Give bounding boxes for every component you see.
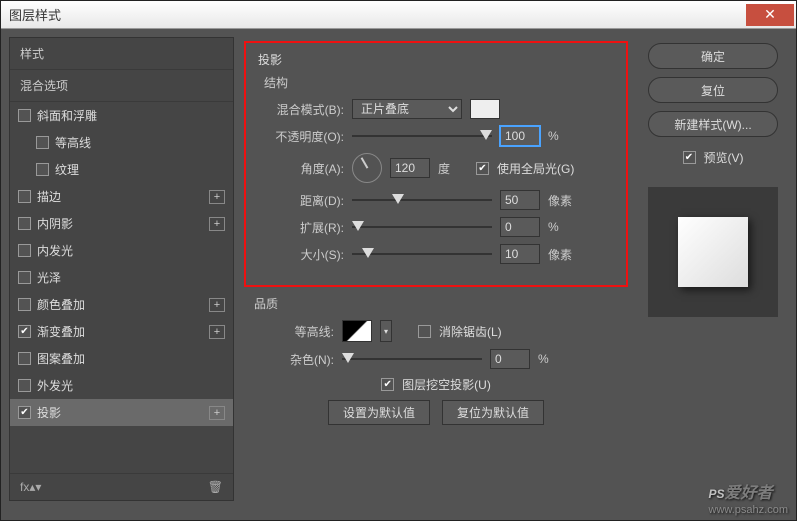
contour-swatch[interactable] xyxy=(342,320,372,342)
close-button[interactable]: ✕ xyxy=(746,4,794,26)
add-icon[interactable]: + xyxy=(209,217,225,231)
style-list-sidebar: 样式 混合选项 斜面和浮雕 等高线 纹理 描边+ 内阴影+ 内发光 光泽 颜色叠… xyxy=(9,37,234,501)
add-icon[interactable]: + xyxy=(209,406,225,420)
sidebar-header-blend[interactable]: 混合选项 xyxy=(10,70,233,102)
preview-box xyxy=(648,187,778,317)
distance-slider[interactable] xyxy=(352,193,492,207)
cancel-button[interactable]: 复位 xyxy=(648,77,778,103)
sidebar-item-satin[interactable]: 光泽 xyxy=(10,264,233,291)
blend-mode-label: 混合模式(B): xyxy=(254,101,344,118)
new-style-button[interactable]: 新建样式(W)... xyxy=(648,111,778,137)
spread-label: 扩展(R): xyxy=(254,219,344,236)
checkbox-icon[interactable] xyxy=(18,352,31,365)
add-icon[interactable]: + xyxy=(209,298,225,312)
fx-menu[interactable]: fx xyxy=(20,480,29,494)
size-input[interactable] xyxy=(500,244,540,264)
opacity-slider[interactable] xyxy=(352,129,492,143)
distance-label: 距离(D): xyxy=(254,192,344,209)
checkbox-icon[interactable] xyxy=(36,136,49,149)
size-label: 大小(S): xyxy=(254,246,344,263)
size-slider[interactable] xyxy=(352,247,492,261)
checkbox-icon[interactable] xyxy=(18,271,31,284)
opacity-input[interactable] xyxy=(500,126,540,146)
sidebar-item-pattern-overlay[interactable]: 图案叠加 xyxy=(10,345,233,372)
angle-input[interactable] xyxy=(390,158,430,178)
trash-icon[interactable]: 🗑 xyxy=(208,480,223,494)
reset-default-button[interactable]: 复位为默认值 xyxy=(442,400,544,425)
sidebar-item-inner-glow[interactable]: 内发光 xyxy=(10,237,233,264)
checkbox-icon[interactable] xyxy=(36,163,49,176)
sidebar-item-bevel[interactable]: 斜面和浮雕 xyxy=(10,102,233,129)
set-default-button[interactable]: 设置为默认值 xyxy=(328,400,430,425)
sidebar-header-styles[interactable]: 样式 xyxy=(10,38,233,70)
knockout-checkbox[interactable] xyxy=(381,378,394,391)
sidebar-item-color-overlay[interactable]: 颜色叠加+ xyxy=(10,291,233,318)
antialias-label: 消除锯齿(L) xyxy=(439,323,502,340)
angle-label: 角度(A): xyxy=(254,160,344,177)
settings-panel: 投影 结构 混合模式(B): 正片叠底 不透明度(O): % 角度(A): xyxy=(234,37,638,501)
unit-label: % xyxy=(538,352,568,366)
section-title: 投影 xyxy=(258,51,618,68)
arrow-down-icon[interactable]: ▾ xyxy=(35,480,41,494)
sidebar-item-gradient-overlay[interactable]: 渐变叠加+ xyxy=(10,318,233,345)
sidebar-item-stroke[interactable]: 描边+ xyxy=(10,183,233,210)
blend-mode-select[interactable]: 正片叠底 xyxy=(352,99,462,119)
antialias-checkbox[interactable] xyxy=(418,325,431,338)
noise-label: 杂色(N): xyxy=(244,351,334,368)
sidebar-footer: fx ▴ ▾ 🗑 xyxy=(10,473,233,500)
global-light-checkbox[interactable] xyxy=(476,162,489,175)
dialog-title: 图层样式 xyxy=(9,5,61,24)
sidebar-item-inner-shadow[interactable]: 内阴影+ xyxy=(10,210,233,237)
opacity-label: 不透明度(O): xyxy=(254,128,344,145)
knockout-label: 图层挖空投影(U) xyxy=(402,376,491,393)
preview-label: 预览(V) xyxy=(704,149,744,166)
angle-dial[interactable] xyxy=(352,153,382,183)
sidebar-item-outer-glow[interactable]: 外发光 xyxy=(10,372,233,399)
checkbox-icon[interactable] xyxy=(18,298,31,311)
global-light-label: 使用全局光(G) xyxy=(497,160,574,177)
noise-slider[interactable] xyxy=(342,352,482,366)
checkbox-icon[interactable] xyxy=(18,244,31,257)
preview-swatch xyxy=(678,217,748,287)
checkbox-icon[interactable] xyxy=(18,325,31,338)
contour-label: 等高线: xyxy=(244,323,334,340)
color-swatch[interactable] xyxy=(470,99,500,119)
unit-label: % xyxy=(548,129,578,143)
unit-label: % xyxy=(548,220,578,234)
checkbox-icon[interactable] xyxy=(18,406,31,419)
add-icon[interactable]: + xyxy=(209,190,225,204)
structure-title: 结构 xyxy=(264,74,618,91)
sidebar-item-texture[interactable]: 纹理 xyxy=(10,156,233,183)
sidebar-item-drop-shadow[interactable]: 投影+ xyxy=(10,399,233,426)
right-panel: 确定 复位 新建样式(W)... 预览(V) xyxy=(638,37,788,501)
unit-label: 像素 xyxy=(548,246,578,263)
quality-title: 品质 xyxy=(254,295,628,312)
highlight-box: 投影 结构 混合模式(B): 正片叠底 不透明度(O): % 角度(A): xyxy=(244,41,628,287)
layer-style-dialog: 图层样式 ✕ 样式 混合选项 斜面和浮雕 等高线 纹理 描边+ 内阴影+ 内发光… xyxy=(0,0,797,521)
ok-button[interactable]: 确定 xyxy=(648,43,778,69)
checkbox-icon[interactable] xyxy=(18,190,31,203)
checkbox-icon[interactable] xyxy=(18,217,31,230)
sidebar-item-contour[interactable]: 等高线 xyxy=(10,129,233,156)
spread-slider[interactable] xyxy=(352,220,492,234)
titlebar: 图层样式 ✕ xyxy=(1,1,796,29)
spread-input[interactable] xyxy=(500,217,540,237)
watermark: PS爱好者 www.psahz.com xyxy=(709,479,788,516)
chevron-down-icon[interactable]: ▾ xyxy=(380,320,392,342)
checkbox-icon[interactable] xyxy=(18,379,31,392)
add-icon[interactable]: + xyxy=(209,325,225,339)
noise-input[interactable] xyxy=(490,349,530,369)
unit-label: 像素 xyxy=(548,192,578,209)
preview-checkbox[interactable] xyxy=(683,151,696,164)
unit-label: 度 xyxy=(438,160,468,177)
distance-input[interactable] xyxy=(500,190,540,210)
checkbox-icon[interactable] xyxy=(18,109,31,122)
